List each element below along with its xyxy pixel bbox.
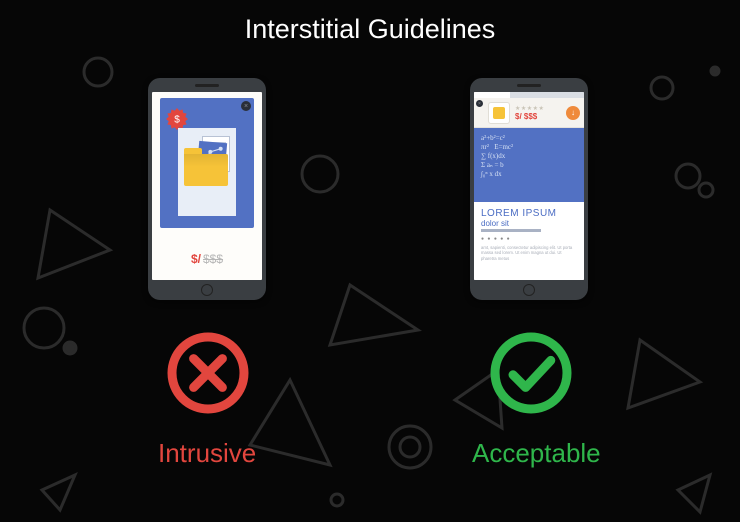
acceptable-label: Acceptable [472,438,601,469]
price-row: $/$$$ [152,252,262,266]
intrusive-label: Intrusive [158,438,256,469]
sale-price: $/ [191,252,201,266]
app-icon [488,102,510,124]
interstitial-card: × $ [160,98,254,228]
close-icon[interactable]: × [241,101,251,111]
chalkboard-hero: a²+b²=c² πr² E=mc² ∑ f(x)dx Σ aₙ = b ∫₀ⁿ… [474,128,584,202]
intrusive-screen: × $ $/$$$ [152,92,262,280]
background-decorations [0,0,740,522]
interstitial-illustration [178,128,236,216]
article-subhead: dolor sit [481,219,577,228]
home-button-icon [523,284,535,296]
article-byline-bar [481,229,541,232]
app-install-banner: × ★★★★★ $/ $$$ ↓ [474,98,584,128]
good-indicator-icon [486,328,576,418]
phone-speaker [195,84,219,87]
rating-stars: ★★★★★ [515,105,544,112]
close-icon[interactable]: × [476,100,483,107]
download-icon[interactable]: ↓ [566,106,580,120]
phone-speaker [517,84,541,87]
acceptable-phone: × ★★★★★ $/ $$$ ↓ a²+b²=c² πr² E=mc² ∑ f(… [470,78,588,300]
banner-price: $/ $$$ [515,112,544,121]
article-content: LOREM IPSUM dolor sit ● ● ● ● ● amt, sap… [474,202,584,280]
home-button-icon [201,284,213,296]
sale-badge-icon: $ [166,108,188,130]
original-price: $$$ [203,252,223,266]
bad-indicator-icon [163,328,253,418]
banner-meta: ★★★★★ $/ $$$ [515,105,544,121]
folder-icon [184,154,228,186]
article-body: amt, sapienti, consectetur adipiscing el… [481,245,577,261]
share-icons-row: ● ● ● ● ● [481,236,577,242]
svg-text:$: $ [174,115,180,126]
article-headline: LOREM IPSUM [481,208,577,219]
acceptable-screen: × ★★★★★ $/ $$$ ↓ a²+b²=c² πr² E=mc² ∑ f(… [474,92,584,280]
page-title: Interstitial Guidelines [0,14,740,45]
shapes-svg [0,0,740,522]
intrusive-phone: × $ $/$$$ [148,78,266,300]
